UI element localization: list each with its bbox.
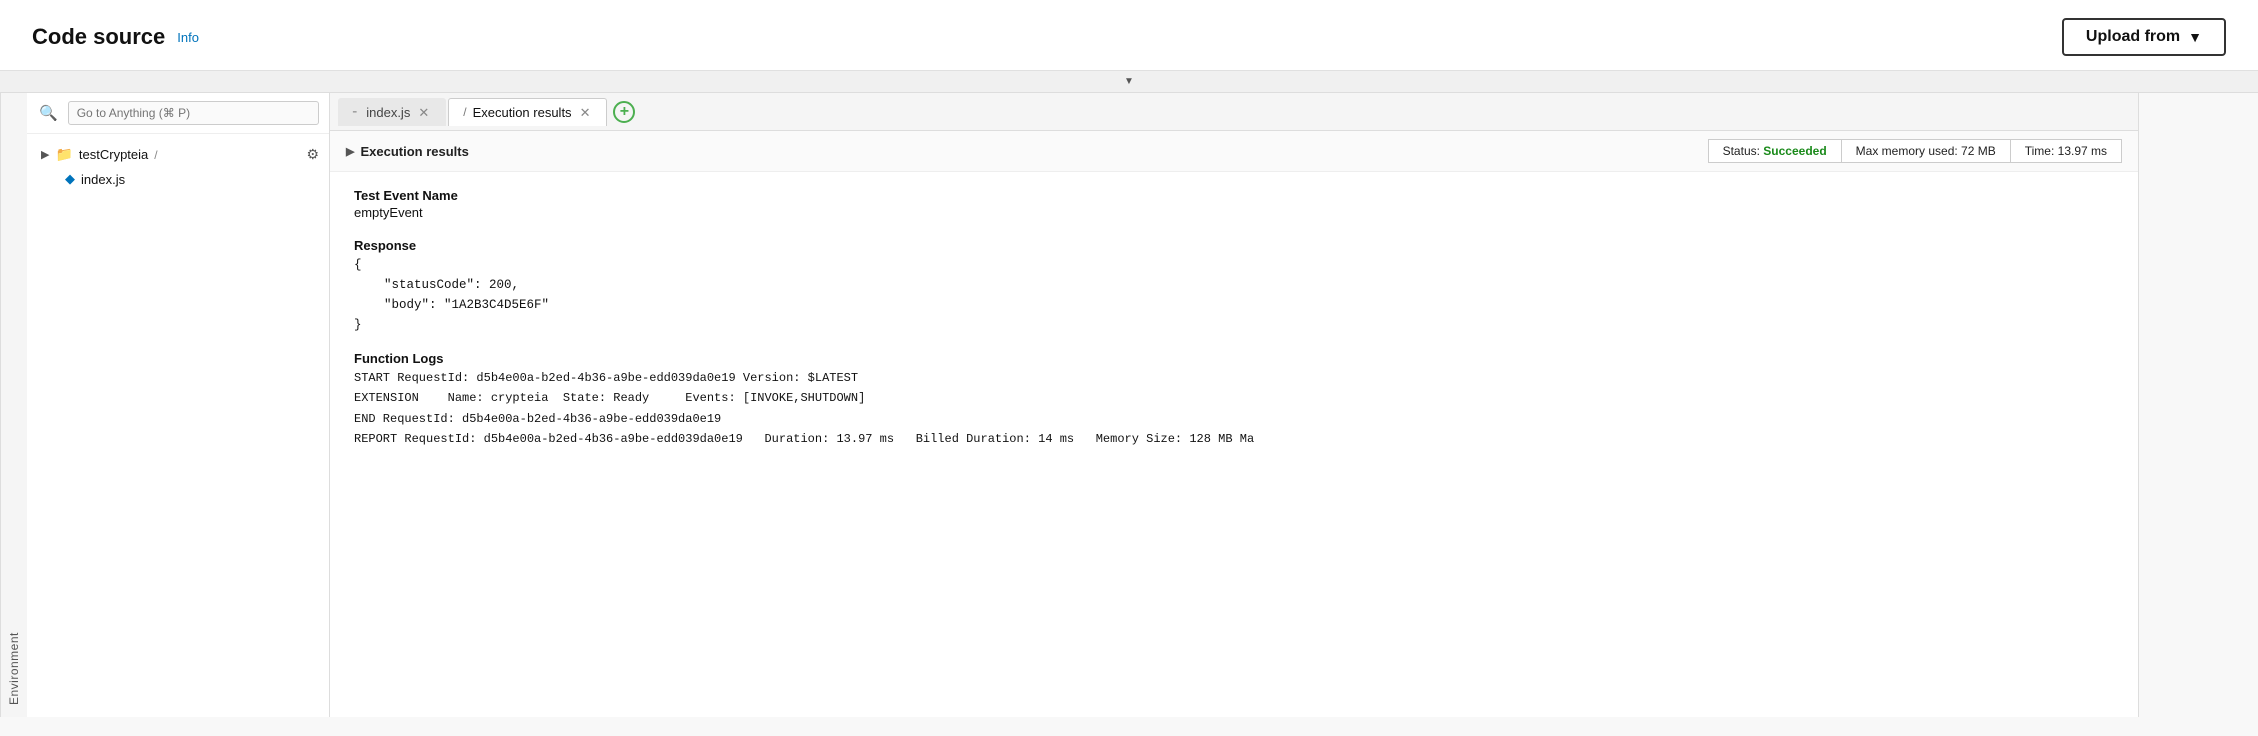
folder-chevron-icon: ▶ [41,148,49,161]
status-label: Status: [1723,144,1760,158]
right-panel [2138,93,2258,717]
sidebar: Environment 🔍 ▶ 📁 testCrypteia / ⚙ ◆ ind… [0,93,330,717]
test-event-value: emptyEvent [354,205,2114,220]
exec-panel-header: ▶ Execution results Status: Succeeded Ma… [330,131,2138,172]
tab-execution-results-label: Execution results [473,105,572,120]
folder-settings-button[interactable]: ⚙ [306,146,319,163]
file-name: index.js [81,172,125,187]
file-tree: ▶ 📁 testCrypteia / ⚙ ◆ index.js [27,134,329,199]
header-left: Code source Info [32,24,199,50]
tab-exec-icon: / [463,105,466,119]
tab-execution-results[interactable]: / Execution results ✕ [448,98,607,126]
info-link[interactable]: Info [177,30,199,45]
response-code: { "statusCode": 200, "body": "1A2B3C4D5E… [354,255,2114,335]
time-value: 13.97 ms [2058,144,2107,158]
folder-name: testCrypteia [79,147,148,162]
tab-index-js-close[interactable]: ✕ [416,106,431,119]
add-tab-button[interactable]: + [613,101,635,123]
test-event-label: Test Event Name [354,188,2114,203]
folder-path: / [154,148,157,162]
status-box: Status: Succeeded [1708,139,1841,163]
time-label: Time: [2025,144,2055,158]
search-input[interactable] [68,101,319,125]
exec-chevron-icon: ▶ [346,145,354,158]
sidebar-content: 🔍 ▶ 📁 testCrypteia / ⚙ ◆ index.js [27,93,329,717]
collapse-bar[interactable]: ▼ [0,71,2258,93]
tab-index-js-label: index.js [366,105,410,120]
page-title: Code source [32,24,165,50]
folder-item[interactable]: ▶ 📁 testCrypteia / ⚙ [27,142,329,167]
upload-chevron-icon: ▼ [2188,29,2202,45]
tab-exec-close[interactable]: ✕ [578,106,593,119]
upload-from-label: Upload from [2086,28,2180,46]
file-toolbar: 🔍 [27,93,329,134]
function-logs-content: START RequestId: d5b4e00a-b2ed-4b36-a9be… [354,368,2114,450]
folder-icon: 📁 [55,146,72,163]
exec-content: Test Event Name emptyEvent Response { "s… [330,172,2138,717]
file-item[interactable]: ◆ index.js [27,167,329,191]
tabs-bar: ╴ index.js ✕ / Execution results ✕ + [330,93,2138,131]
response-label: Response [354,238,2114,253]
execution-panel: ▶ Execution results Status: Succeeded Ma… [330,131,2138,717]
file-icon: ◆ [65,171,75,187]
exec-panel-title: ▶ Execution results [346,144,469,159]
editor-area: ╴ index.js ✕ / Execution results ✕ + ▶ E… [330,93,2138,717]
time-box: Time: 13.97 ms [2010,139,2122,163]
tab-index-js[interactable]: ╴ index.js ✕ [338,98,446,126]
environment-label: Environment [0,93,27,717]
exec-panel-title-label: Execution results [360,144,468,159]
main-layout: Environment 🔍 ▶ 📁 testCrypteia / ⚙ ◆ ind… [0,93,2258,717]
memory-value: 72 MB [1961,144,1996,158]
tab-index-js-icon: ╴ [353,105,360,119]
top-header: Code source Info Upload from ▼ [0,0,2258,71]
exec-meta: Status: Succeeded Max memory used: 72 MB… [1708,139,2122,163]
collapse-icon: ▼ [1124,76,1134,87]
upload-from-button[interactable]: Upload from ▼ [2062,18,2226,56]
function-logs-label: Function Logs [354,351,2114,366]
search-icon-button[interactable]: 🔍 [37,102,60,124]
memory-box: Max memory used: 72 MB [1841,139,2010,163]
add-tab-icon: + [620,103,629,121]
status-value: Succeeded [1763,144,1826,158]
memory-label: Max memory used: [1856,144,1958,158]
